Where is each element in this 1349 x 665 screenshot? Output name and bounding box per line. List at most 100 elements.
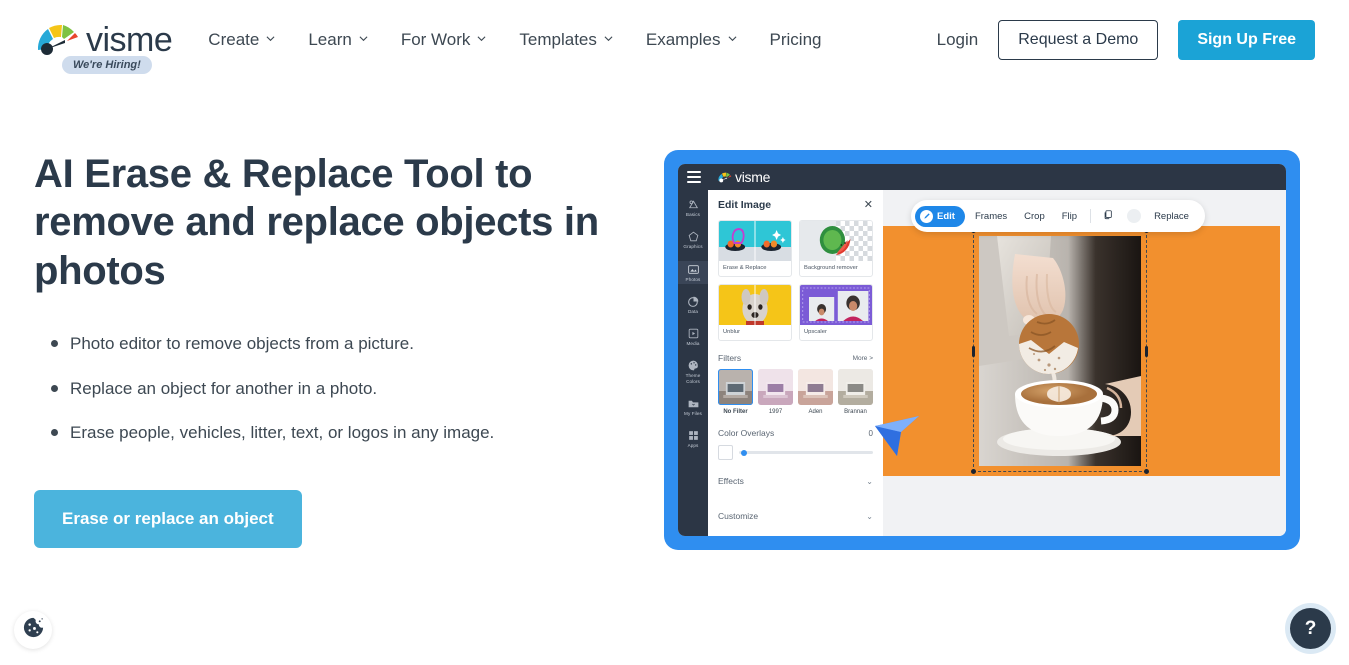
tool-card-label: Unblur: [723, 329, 741, 335]
filter-brannan[interactable]: Brannan: [838, 369, 873, 415]
sidebar-item-apps[interactable]: Apps: [678, 427, 708, 450]
edit-image-panel: Edit Image ✕ Erase & Replace Background …: [708, 190, 883, 536]
selection-bounding-box[interactable]: [971, 228, 1149, 474]
nav-label: Pricing: [769, 30, 822, 49]
nav-label: Create: [208, 30, 260, 49]
erase-or-replace-cta-button[interactable]: Erase or replace an object: [34, 489, 302, 548]
tool-card-upscaler[interactable]: Upscaler: [799, 284, 873, 341]
nav-item-create[interactable]: Create: [208, 30, 275, 50]
sidebar-item-photos[interactable]: Photos: [678, 260, 708, 284]
nav-label: Learn: [308, 30, 352, 49]
sidebar-item-basics[interactable]: Basics: [678, 196, 708, 219]
tool-card-thumbnail: [800, 221, 872, 261]
resize-handle-bottom-right[interactable]: [1144, 469, 1149, 474]
tool-card-label: Erase & Replace: [723, 265, 767, 271]
sidebar-label: Apps: [687, 443, 699, 449]
nav-item-for-work[interactable]: For Work: [401, 30, 487, 50]
slider-knob[interactable]: [741, 449, 747, 456]
accordion-effects[interactable]: Effects ⌄: [718, 466, 873, 495]
chevron-down-icon: ⌄: [866, 476, 873, 486]
nav-item-examples[interactable]: Examples: [646, 30, 737, 50]
sidebar-item-media[interactable]: Media: [678, 325, 708, 348]
duplicate-icon[interactable]: [1097, 204, 1119, 228]
visme-wordmark: visme: [86, 20, 173, 59]
resize-handle-bottom-left[interactable]: [971, 469, 976, 474]
toolbar-edit-label: Edit: [937, 210, 955, 222]
main-nav: Create Learn For Work Templates Examples…: [208, 30, 821, 50]
pencil-icon: [920, 209, 933, 223]
color-overlays-header: Color Overlays 0: [718, 428, 873, 438]
sidebar-item-my-files[interactable]: My Files: [678, 395, 708, 418]
were-hiring-badge[interactable]: We're Hiring!: [62, 56, 152, 74]
list-item: Photo editor to remove objects from a pi…: [34, 331, 634, 357]
panel-header: Edit Image ✕: [718, 199, 873, 211]
toolbar-flip-button[interactable]: Flip: [1055, 207, 1084, 226]
resize-handle-left[interactable]: [972, 346, 975, 357]
filter-no-filter[interactable]: No Filter: [718, 369, 753, 415]
filter-aden[interactable]: Aden: [798, 369, 833, 415]
sidebar-item-graphics[interactable]: Graphics: [678, 228, 708, 251]
close-icon[interactable]: ✕: [864, 199, 873, 211]
toolbar-frames-button[interactable]: Frames: [968, 207, 1014, 226]
toolbar-edit-button[interactable]: Edit: [915, 205, 965, 227]
sidebar-item-data[interactable]: Data: [678, 293, 708, 316]
cookie-consent-button[interactable]: [14, 611, 52, 649]
chevron-down-icon: [604, 34, 613, 43]
nav-item-pricing[interactable]: Pricing: [770, 30, 822, 50]
editor-logo[interactable]: visme: [717, 169, 770, 185]
chevron-down-icon: [477, 34, 486, 43]
site-header: visme We're Hiring! Create Learn For Wor…: [0, 0, 1349, 80]
filter-thumbnail: [838, 369, 873, 405]
replace-toggle[interactable]: [1127, 209, 1142, 223]
opacity-slider[interactable]: [739, 449, 873, 456]
filters-header: Filters More >: [718, 353, 873, 363]
sign-up-free-button[interactable]: Sign Up Free: [1178, 20, 1315, 60]
my-files-icon: [687, 397, 700, 410]
filters-more-link[interactable]: More >: [853, 355, 873, 362]
toolbar-crop-button[interactable]: Crop: [1017, 207, 1052, 226]
hamburger-menu-icon[interactable]: [687, 171, 701, 183]
media-icon: [687, 327, 700, 340]
login-link[interactable]: Login: [937, 30, 979, 50]
resize-handle-right[interactable]: [1145, 346, 1148, 357]
visme-fan-logo-icon: [34, 20, 80, 60]
editor-mockup: visme Basics Graphics Photos Data Media …: [664, 150, 1300, 550]
data-chart-icon: [687, 295, 700, 308]
nav-item-templates[interactable]: Templates: [519, 30, 613, 50]
toolbar-replace-button[interactable]: Replace: [1147, 207, 1196, 226]
color-swatch[interactable]: [718, 445, 733, 460]
tool-card-label: Background remover: [804, 265, 858, 271]
accordion-label: Effects: [718, 476, 744, 486]
page-title: AI Erase & Replace Tool to remove and re…: [34, 152, 599, 293]
accordion-customize[interactable]: Customize ⌄: [718, 501, 873, 530]
visme-logo[interactable]: visme We're Hiring!: [34, 20, 173, 74]
nav-item-learn[interactable]: Learn: [308, 30, 368, 50]
accordion-label: Customize: [718, 511, 759, 521]
tool-card-erase-replace[interactable]: Erase & Replace: [718, 220, 792, 277]
nav-label: Templates: [519, 30, 597, 49]
list-item: Replace an object for another in a photo…: [34, 376, 634, 402]
toolbar-divider: [1090, 209, 1092, 223]
tool-card-unblur[interactable]: Unblur: [718, 284, 792, 341]
tool-card-background-remover[interactable]: Background remover: [799, 220, 873, 277]
theme-colors-icon: [687, 359, 700, 372]
photos-icon: [687, 263, 700, 276]
editor-window: visme Basics Graphics Photos Data Media …: [678, 164, 1286, 536]
editor-canvas[interactable]: Edit Frames Crop Flip Replace: [875, 190, 1286, 536]
artboard[interactable]: [875, 226, 1280, 476]
sidebar-label: Graphics: [683, 244, 703, 250]
color-overlays-label: Color Overlays: [718, 428, 775, 438]
cookie-consent-icon: [22, 616, 45, 644]
request-demo-button[interactable]: Request a Demo: [998, 20, 1159, 60]
editor-wordmark: visme: [735, 169, 771, 185]
basics-icon: [687, 198, 700, 211]
filter-thumbnail: [718, 369, 753, 405]
panel-title: Edit Image: [718, 199, 772, 211]
filter-1997[interactable]: 1997: [758, 369, 793, 415]
sidebar-item-theme-colors[interactable]: Theme Colors: [678, 357, 708, 386]
tool-card-thumbnail: [800, 285, 872, 325]
header-actions: Login Request a Demo Sign Up Free: [937, 20, 1315, 60]
help-button[interactable]: ?: [1290, 608, 1331, 649]
list-item: Erase people, vehicles, litter, text, or…: [34, 420, 634, 446]
chevron-down-icon: ⌄: [866, 511, 873, 521]
